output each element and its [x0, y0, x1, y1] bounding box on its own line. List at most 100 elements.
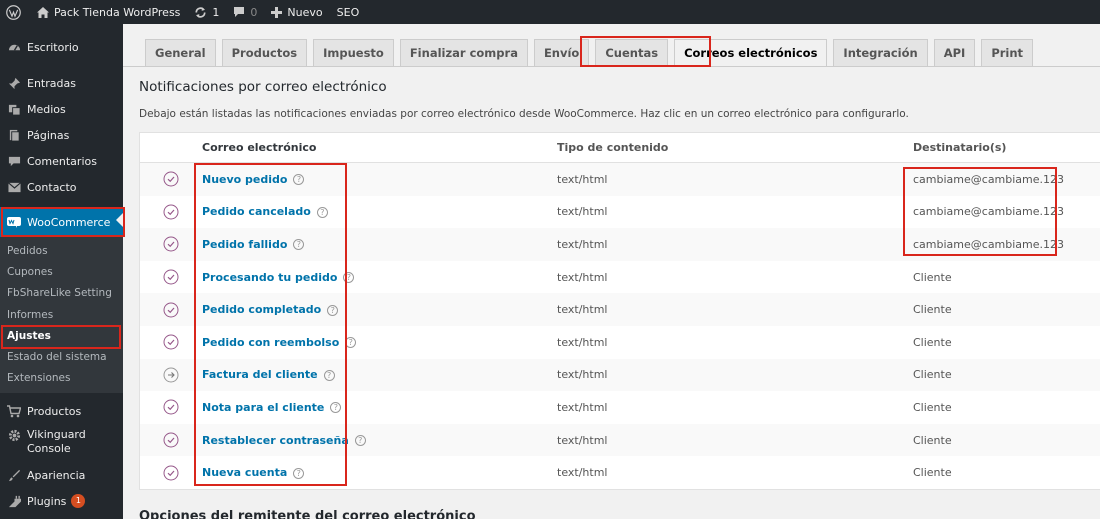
menu-contacto[interactable]: Contacto: [0, 174, 123, 200]
submenu-extensiones[interactable]: Extensiones: [0, 368, 123, 389]
tab-general[interactable]: General: [145, 39, 216, 66]
home-icon: [37, 6, 49, 18]
table-row: Procesando tu pedido? text/html Cliente: [140, 261, 1100, 294]
menu-apariencia[interactable]: Apariencia: [0, 462, 123, 488]
recipient-cell: Cliente: [913, 335, 952, 349]
content-type-cell: text/html: [557, 172, 608, 186]
menu-vikinguard[interactable]: Vikinguard Console: [0, 424, 123, 458]
tab-envio[interactable]: Envío: [533, 39, 590, 66]
submenu-ajustes[interactable]: Ajustes: [0, 325, 123, 346]
help-icon[interactable]: ?: [293, 239, 305, 251]
woocommerce-submenu: Pedidos Cupones FbShareLike Setting Info…: [0, 237, 123, 394]
pin-icon: [7, 76, 21, 90]
menu-escritorio[interactable]: Escritorio: [0, 34, 123, 60]
table-row: Nota para el cliente? text/html Cliente: [140, 391, 1100, 424]
content-type-cell: text/html: [557, 303, 608, 317]
content-type-cell: text/html: [557, 205, 608, 219]
section-description: Debajo están listadas las notificaciones…: [139, 108, 909, 120]
help-icon[interactable]: ?: [323, 369, 335, 381]
submenu-pedidos[interactable]: Pedidos: [0, 240, 123, 261]
plugin-icon: [7, 494, 21, 508]
recipient-cell: cambiame@cambiame.123: [913, 237, 1065, 251]
tab-cuentas[interactable]: Cuentas: [595, 39, 669, 66]
tab-correos-electronicos[interactable]: Correos electrónicos: [674, 39, 828, 66]
check-circle-icon: [163, 236, 179, 252]
submenu-estado-sistema[interactable]: Estado del sistema: [0, 346, 123, 367]
help-icon[interactable]: ?: [293, 174, 305, 186]
check-circle-icon: [163, 302, 179, 318]
comments-link[interactable]: 0: [226, 0, 264, 24]
section-title: Notificaciones por correo electrónico: [139, 79, 387, 95]
wordpress-logo-icon[interactable]: [0, 0, 30, 24]
table-row: Nueva cuenta? text/html Cliente: [140, 456, 1100, 489]
settings-tabs: General Productos Impuesto Finalizar com…: [145, 39, 1039, 66]
email-link[interactable]: Restablecer contraseña: [202, 434, 349, 447]
email-link[interactable]: Pedido con reembolso: [202, 336, 339, 349]
check-circle-icon: [163, 334, 179, 350]
refresh-icon: [194, 6, 207, 19]
comment-bubble-icon: [233, 6, 245, 18]
tab-productos[interactable]: Productos: [221, 39, 308, 66]
table-row: Pedido con reembolso? text/html Cliente: [140, 326, 1100, 359]
menu-woocommerce[interactable]: WooCommerce: [0, 207, 123, 237]
new-content-link[interactable]: Nuevo: [264, 0, 329, 24]
menu-entradas[interactable]: Entradas: [0, 70, 123, 96]
menu-productos[interactable]: Productos: [0, 398, 123, 424]
gear-icon: [7, 428, 21, 442]
help-icon[interactable]: ?: [354, 435, 366, 447]
table-row: Restablecer contraseña? text/html Cliente: [140, 423, 1100, 457]
updates-link[interactable]: 1: [187, 0, 226, 24]
seo-link[interactable]: SEO: [330, 0, 367, 24]
check-circle-icon: [163, 269, 179, 285]
table-row: Pedido fallido? text/html cambiame@cambiam…: [140, 228, 1100, 261]
check-circle-icon: [163, 171, 179, 187]
table-row: Nuevo pedido? text/html cambiame@cambiame.…: [140, 163, 1100, 196]
email-link[interactable]: Pedido completado: [202, 303, 321, 316]
email-link[interactable]: Factura del cliente: [202, 368, 318, 381]
help-icon[interactable]: ?: [316, 206, 328, 218]
help-icon[interactable]: ?: [343, 272, 355, 284]
arrow-circle-icon: [163, 367, 179, 383]
menu-paginas[interactable]: Páginas: [0, 122, 123, 148]
content-type-cell: text/html: [557, 400, 608, 414]
tab-print[interactable]: Print: [981, 39, 1034, 66]
email-link[interactable]: Pedido cancelado: [202, 205, 311, 218]
email-link[interactable]: Nuevo pedido: [202, 173, 287, 186]
submenu-fbsharelike[interactable]: FbShareLike Setting: [0, 283, 123, 304]
email-link[interactable]: Nota para el cliente: [202, 401, 324, 414]
mail-icon: [7, 180, 21, 194]
site-name-link[interactable]: Pack Tienda WordPress: [30, 0, 187, 24]
recipient-cell: Cliente: [913, 466, 952, 480]
email-link[interactable]: Procesando tu pedido: [202, 271, 337, 284]
help-icon[interactable]: ?: [293, 467, 305, 479]
tab-api[interactable]: API: [933, 39, 976, 66]
menu-medios[interactable]: Medios: [0, 96, 123, 122]
admin-sidebar: Escritorio Entradas Medios Páginas Comen…: [0, 24, 123, 519]
email-link[interactable]: Nueva cuenta: [202, 466, 287, 479]
menu-plugins[interactable]: Plugins 1: [0, 488, 123, 514]
content-type-cell: text/html: [557, 237, 608, 251]
help-icon[interactable]: ?: [345, 337, 357, 349]
menu-comentarios[interactable]: Comentarios: [0, 148, 123, 174]
recipient-cell: Cliente: [913, 368, 952, 382]
table-row: Pedido completado? text/html Cliente: [140, 293, 1100, 326]
submenu-cupones[interactable]: Cupones: [0, 261, 123, 282]
submenu-informes[interactable]: Informes: [0, 304, 123, 325]
check-circle-icon: [163, 432, 179, 448]
tab-integracion[interactable]: Integración: [833, 39, 928, 66]
tab-impuesto[interactable]: Impuesto: [313, 39, 394, 66]
tab-finalizar-compra[interactable]: Finalizar compra: [399, 39, 528, 66]
check-circle-icon: [163, 204, 179, 220]
table-row: Factura del cliente? text/html Cliente: [140, 358, 1100, 392]
email-link[interactable]: Pedido fallido: [202, 238, 287, 251]
recipient-cell: Cliente: [913, 433, 952, 447]
help-icon[interactable]: ?: [330, 402, 342, 414]
check-circle-icon: [163, 399, 179, 415]
main-content: General Productos Impuesto Finalizar com…: [123, 24, 1100, 519]
table-header: Correo electrónico Tipo de contenido Des…: [140, 133, 1100, 163]
recipient-cell: cambiame@cambiame.123: [913, 172, 1065, 186]
help-icon[interactable]: ?: [327, 304, 339, 316]
content-type-cell: text/html: [557, 466, 608, 480]
recipient-cell: Cliente: [913, 400, 952, 414]
woocommerce-icon: [7, 215, 21, 229]
